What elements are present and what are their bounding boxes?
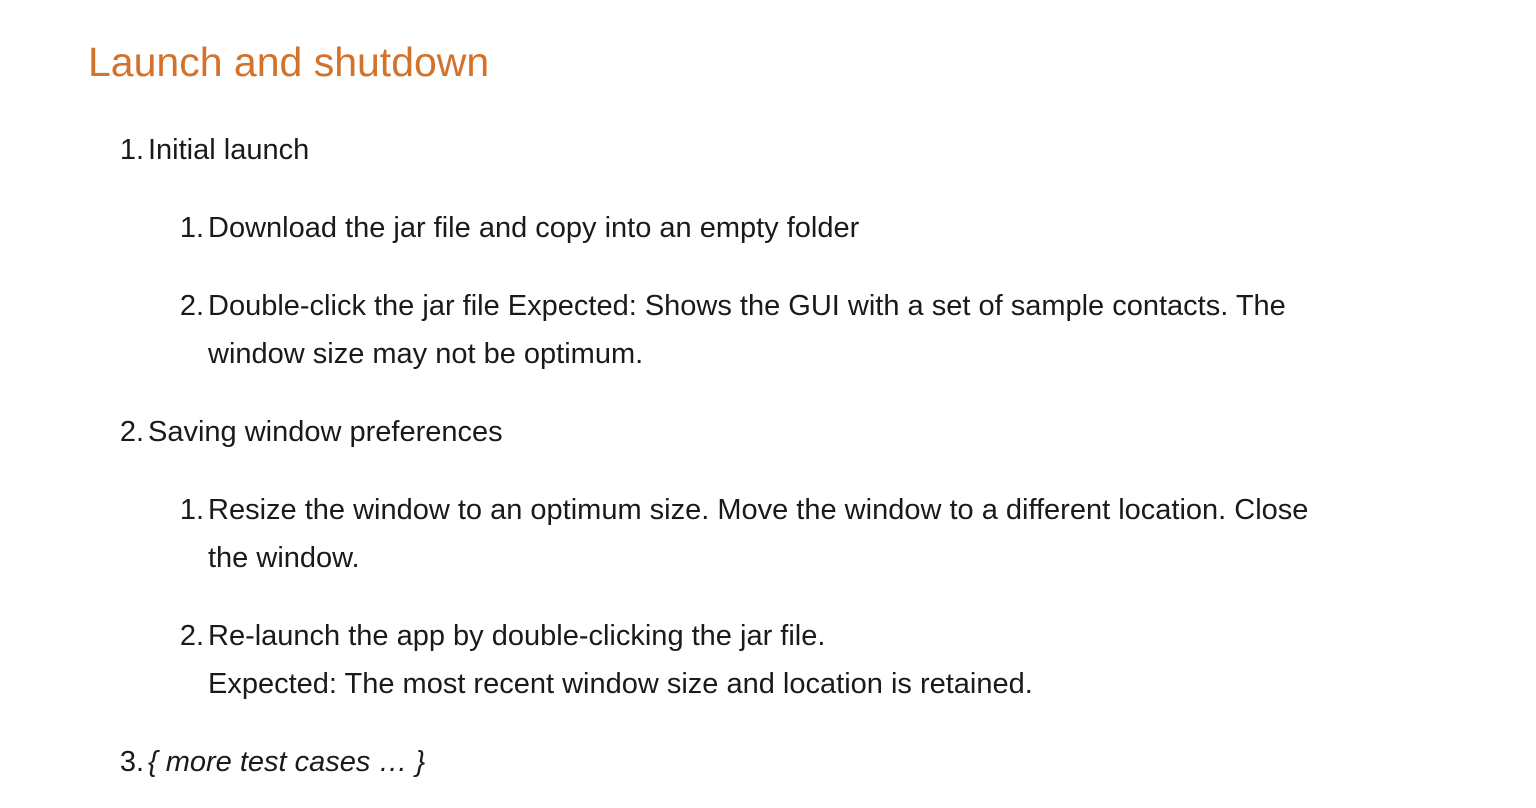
sub-step-text-continued: the window.: [208, 542, 360, 574]
list-item-label: { more test cases … }: [148, 746, 426, 778]
list-number: 2.: [119, 416, 144, 448]
sub-step-text: Download the jar file and copy into an e…: [208, 212, 860, 244]
sub-step-text-continued: window size may not be optimum.: [208, 338, 644, 370]
sub-step-number: 2.: [179, 290, 204, 322]
sub-step-text: Resize the window to an optimum size. Mo…: [208, 494, 1309, 526]
sub-step-double-click: 2. Double-click the jar file Expected: S…: [180, 282, 1286, 378]
list-item-label: Saving window preferences: [148, 416, 503, 448]
sub-step-text: Double-click the jar file Expected: Show…: [208, 290, 1286, 322]
list-item-initial-launch: 1. Initial launch: [120, 126, 310, 174]
page-title: Launch and shutdown: [88, 39, 490, 85]
sub-step-number: 2.: [179, 620, 204, 652]
sub-step-text-continued: Expected: The most recent window size an…: [208, 668, 1033, 700]
sub-step-text: Re-launch the app by double-clicking the…: [208, 620, 826, 652]
list-number: 1.: [119, 134, 144, 166]
sub-step-download: 1. Download the jar file and copy into a…: [180, 204, 860, 252]
list-number: 3.: [119, 746, 144, 778]
sub-step-number: 1.: [179, 494, 204, 526]
sub-step-number: 1.: [179, 212, 204, 244]
list-item-saving-window-preferences: 2. Saving window preferences: [120, 408, 503, 456]
sub-step-resize: 1. Resize the window to an optimum size.…: [180, 486, 1309, 582]
list-item-more-test-cases: 3. { more test cases … }: [120, 738, 426, 786]
list-item-label: Initial launch: [148, 134, 310, 166]
sub-step-relaunch: 2. Re-launch the app by double-clicking …: [180, 612, 1033, 708]
